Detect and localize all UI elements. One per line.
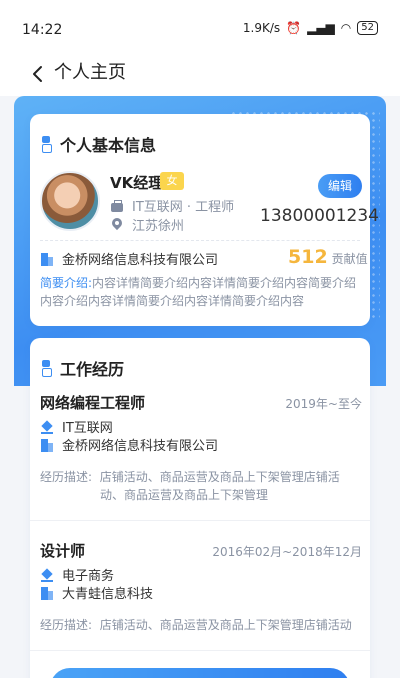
phone-number[interactable]: 13800001234 — [260, 206, 379, 226]
section-icon — [42, 136, 52, 153]
contribution: 512 贡献值 — [288, 246, 368, 268]
job-company: 大青蛙信息科技 — [62, 587, 154, 602]
work-experience-card: 工作经历 网络编程工程师 2019年~至今 IT互联网 金桥网络信息科技有限公司… — [30, 338, 370, 678]
user-name: VK经理 — [110, 174, 164, 192]
nav-bar: 个人主页 — [0, 60, 400, 96]
work-title: 工作经历 — [60, 360, 125, 379]
company-row: 金桥网络信息科技有限公司 — [40, 249, 218, 268]
basic-info-header: 个人基本信息 — [42, 132, 156, 156]
building-icon — [40, 438, 54, 452]
divider — [40, 240, 360, 241]
layers-icon — [40, 568, 54, 582]
intro-text: 简要介绍:内容详情简要介绍内容详情简要介绍内容简要介绍内容介绍内容详情简要介绍内… — [40, 274, 362, 310]
company-name: 金桥网络信息科技有限公司 — [62, 253, 219, 268]
job-title: 设计师 — [40, 542, 86, 560]
edit-button[interactable]: 编辑 — [318, 174, 362, 198]
bottom-action-button[interactable] — [50, 668, 350, 678]
job-date: 2016年02月~2018年12月 — [212, 545, 362, 559]
location-text: 江苏徐州 — [132, 219, 185, 234]
status-time: 14:22 — [22, 22, 63, 38]
job-desc-label: 经历描述: — [40, 470, 93, 484]
job-company: 金桥网络信息科技有限公司 — [62, 439, 219, 454]
job-text: IT互联网 · 工程师 — [132, 200, 235, 215]
contribution-value: 512 — [288, 246, 328, 268]
status-icons: 1.9K/s ⏰ ▂▄▆ ◠ 52 — [243, 21, 378, 35]
job-company-row: 金桥网络信息科技有限公司 — [40, 435, 218, 454]
briefcase-icon — [110, 199, 124, 213]
work-header: 工作经历 — [42, 356, 124, 380]
gender-badge: 女 — [160, 172, 184, 190]
avatar[interactable] — [40, 171, 100, 231]
job-company-row: 大青蛙信息科技 — [40, 583, 153, 602]
job-industry-row: 电子商务 — [40, 565, 114, 584]
contribution-label: 贡献值 — [331, 252, 368, 266]
alarm-icon: ⏰ — [286, 21, 302, 35]
layers-icon — [40, 420, 54, 434]
job-description: 经历描述: 店铺活动、商品运营及商品上下架管理店铺活动 — [40, 616, 360, 634]
wifi-icon: ◠ — [340, 21, 352, 35]
intro-label: 简要介绍: — [40, 276, 93, 290]
battery-icon: 52 — [357, 21, 378, 35]
network-speed: 1.9K/s — [242, 21, 281, 35]
job-description: 经历描述: 店铺活动、商品运营及商品上下架管理店铺活动、商品运营及商品上下架管理 — [40, 468, 360, 504]
section-icon — [42, 360, 52, 377]
basic-info-card: 个人基本信息 VK经理 女 编辑 IT互联网 · 工程师 江苏徐州 138000… — [30, 114, 379, 326]
job-divider — [30, 520, 370, 521]
job-desc-label: 经历描述: — [40, 618, 93, 632]
basic-info-title: 个人基本信息 — [60, 136, 157, 155]
job-date: 2019年~至今 — [285, 397, 362, 411]
job-industry: 电子商务 — [62, 569, 115, 584]
job-desc-text: 店铺活动、商品运营及商品上下架管理店铺活动、商品运营及商品上下架管理 — [99, 470, 340, 502]
job-divider — [30, 650, 370, 651]
signal-icon: ▂▄▆ — [307, 21, 335, 35]
location-info: 江苏徐州 — [110, 215, 184, 234]
location-pin-icon — [110, 218, 124, 232]
job-industry-row: IT互联网 — [40, 417, 113, 436]
job-title: 网络编程工程师 — [40, 394, 146, 412]
back-icon[interactable] — [26, 62, 50, 86]
status-bar: 14:22 1.9K/s ⏰ ▂▄▆ ◠ 52 — [0, 0, 400, 60]
job-industry: IT互联网 — [62, 421, 113, 436]
job-desc-text: 店铺活动、商品运营及商品上下架管理店铺活动 — [99, 618, 352, 632]
building-icon — [40, 252, 54, 266]
page-title: 个人主页 — [54, 62, 126, 83]
building-icon — [40, 586, 54, 600]
job-info: IT互联网 · 工程师 — [110, 196, 234, 215]
